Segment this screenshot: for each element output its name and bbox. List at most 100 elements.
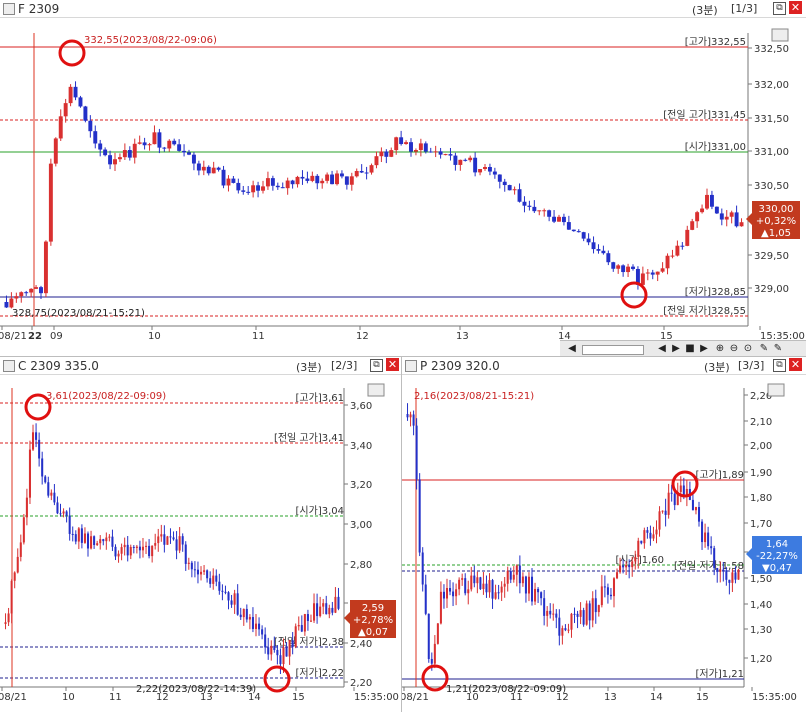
candle-body [713, 548, 716, 568]
candle-body [364, 172, 369, 174]
candle-body [231, 178, 236, 183]
play-icon[interactable]: ▶ [670, 343, 682, 355]
restore-icon[interactable]: ⧉ [773, 359, 786, 372]
futures-pager[interactable]: [1/3] [731, 2, 757, 15]
close-icon[interactable]: ✕ [386, 358, 399, 371]
candle-body [14, 296, 19, 299]
y-tick-label: 331,50 [754, 114, 789, 125]
panel-divider-vertical[interactable] [401, 357, 402, 712]
candle-body [62, 511, 65, 514]
candle-body [497, 592, 500, 594]
candle-body [142, 142, 147, 146]
candle-body [667, 492, 670, 515]
candle-body [24, 292, 29, 294]
candle-body [433, 151, 438, 153]
scroll-thumb[interactable] [582, 345, 644, 355]
futures-chart[interactable]: 332,50 332,00 331,50 331,00 330,50 330,00 329,… [0, 17, 806, 357]
tools-icon[interactable]: ✎ [772, 343, 784, 355]
candle-body [201, 166, 206, 171]
candle-body [670, 255, 675, 257]
candle-body [542, 210, 547, 212]
candle-body [246, 191, 251, 193]
candle-body [500, 586, 503, 593]
y-tick-label: 2,00 [750, 441, 772, 452]
candle-body [552, 613, 555, 615]
candle-body [211, 167, 216, 174]
zoom-out-icon[interactable]: ⊖ [728, 343, 740, 355]
candle-body [335, 173, 339, 185]
low-point-label: 1,21(2023/08/22-09:09) [446, 684, 566, 695]
candle-body [452, 591, 455, 597]
call-pager[interactable]: [2/3] [331, 359, 357, 372]
candle-body [172, 537, 175, 540]
candle-body [273, 645, 276, 650]
candle-body [707, 532, 710, 547]
close-icon[interactable]: ✕ [789, 358, 802, 371]
candle-body [303, 614, 306, 632]
y-tick-label: 1,50 [750, 574, 772, 585]
x-tick-label: 11 [252, 331, 265, 342]
candle-body [664, 510, 667, 515]
prev-low-ref-label: [전일 저가]328,55 [663, 305, 746, 317]
candle-body [264, 634, 267, 648]
close-icon[interactable]: ✕ [789, 1, 802, 14]
candle-body [571, 229, 576, 232]
candle-body [691, 499, 694, 511]
candle-body [218, 581, 221, 591]
candle-body [31, 432, 35, 450]
candle-body [369, 165, 374, 173]
candle-body [39, 287, 43, 294]
scroll-left-icon[interactable]: ◀ [566, 343, 578, 355]
candle-body [16, 556, 19, 573]
candle-body [295, 176, 300, 185]
candle-body [4, 622, 7, 624]
call-chart-panel: C 2309 335.0 (3분) [2/3] ⧉ ✕ 3,60 3,40 3,20… [0, 357, 401, 712]
candle-body [354, 170, 359, 177]
candle-body [716, 567, 719, 572]
x-tick-label: 08/21 [0, 331, 27, 342]
zoom-reset-icon[interactable]: ⊙ [742, 343, 754, 355]
candle-body [122, 150, 127, 158]
candle-body [349, 176, 354, 185]
candle-body [427, 613, 430, 659]
candle-body [4, 302, 9, 308]
scroll-right-icon[interactable]: ◀ [656, 343, 668, 355]
candle-body [418, 143, 423, 151]
stop-icon[interactable]: ■ [684, 343, 696, 355]
candle-body [178, 536, 181, 551]
x-tick-label: 15 [696, 692, 709, 703]
candle-body [239, 614, 242, 618]
y-tick-label: 329,00 [754, 284, 789, 295]
candle-body [103, 149, 108, 156]
y-tick-label: 1,90 [750, 468, 772, 479]
next-icon[interactable]: ▶ [698, 343, 710, 355]
candle-body [506, 571, 509, 584]
candle-body [606, 253, 611, 263]
call-chart[interactable]: 3,603,403,203,002,802,602,402,2008/21101… [0, 374, 401, 712]
candle-body [616, 572, 619, 579]
candle-body [540, 592, 543, 599]
candle-body [77, 528, 80, 542]
settings-icon[interactable]: ✎ [758, 343, 770, 355]
candle-body [611, 262, 616, 269]
candle-body [294, 626, 297, 647]
candle-body [640, 273, 645, 285]
candle-body [503, 583, 506, 587]
candle-body [141, 546, 145, 551]
put-chart[interactable]: 2,202,102,001,901,801,701,601,501,401,30… [402, 374, 806, 712]
candle-body [120, 547, 123, 554]
candle-body [359, 170, 364, 173]
restore-icon[interactable]: ⧉ [370, 359, 383, 372]
candle-body [151, 545, 154, 557]
put-pager[interactable]: [3/3] [738, 359, 764, 372]
price-badge-text: ▲0,07 [358, 627, 388, 638]
panel-divider[interactable] [0, 356, 806, 357]
candle-body [282, 647, 285, 665]
restore-icon[interactable]: ⧉ [773, 2, 786, 15]
low-point-label: 328,75(2023/08/21-15:21) [12, 308, 145, 319]
candle-body [537, 588, 540, 593]
candle-body [558, 617, 561, 636]
candle-body [41, 458, 44, 477]
chart-scrollbar[interactable]: ◀ ◀ ▶ ■ ▶ ⊕ ⊖ ⊙ ✎ ✎ [560, 340, 806, 357]
zoom-in-icon[interactable]: ⊕ [714, 343, 726, 355]
